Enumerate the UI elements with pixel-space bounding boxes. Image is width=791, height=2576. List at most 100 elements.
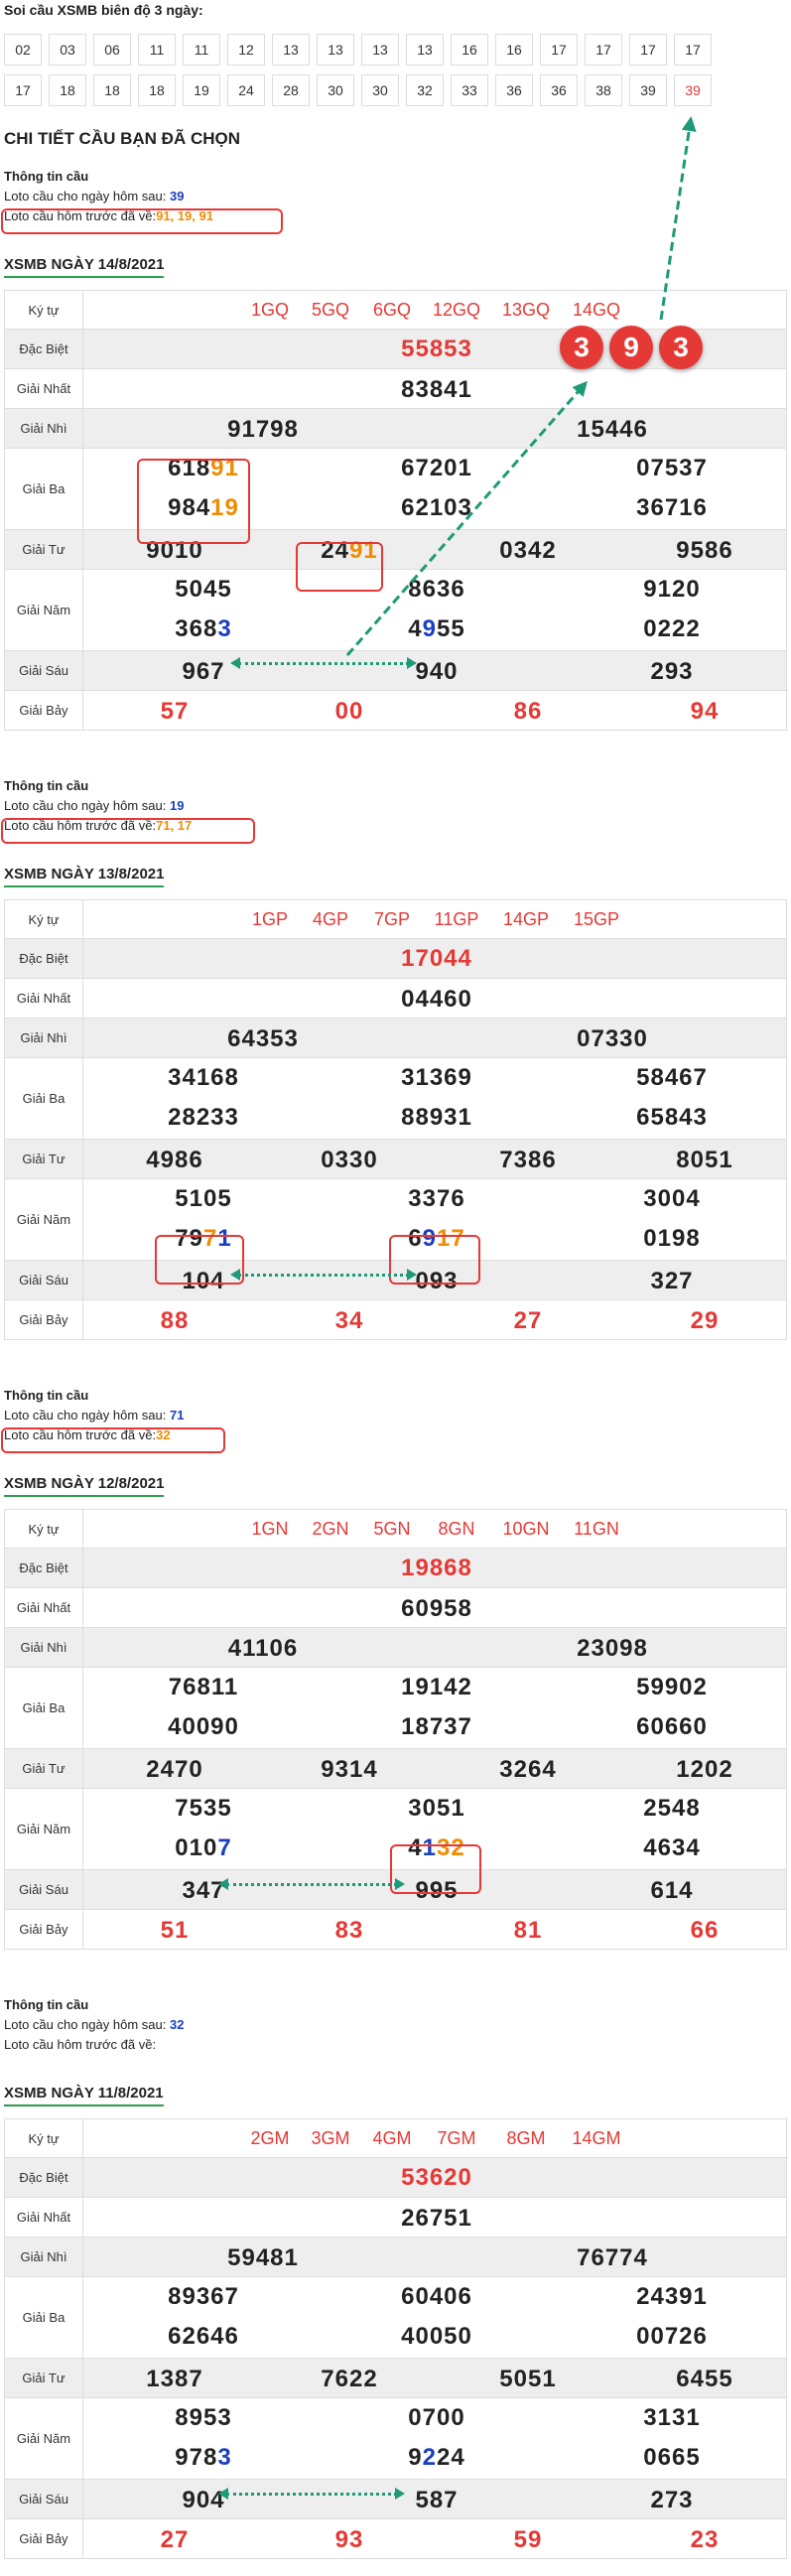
number-chip[interactable]: 18 bbox=[49, 74, 86, 106]
number-chip[interactable]: 19 bbox=[183, 74, 220, 106]
prize-number: 0342 bbox=[499, 537, 557, 564]
number-chip[interactable]: 13 bbox=[317, 34, 354, 66]
prize-code: 3GM bbox=[311, 2128, 350, 2148]
number-chip[interactable]: 13 bbox=[272, 34, 310, 66]
number-chip[interactable]: 32 bbox=[406, 74, 444, 106]
prize-number: 88 bbox=[160, 1307, 190, 1334]
prize-code: 4GP bbox=[312, 909, 349, 929]
prize-number: 81 bbox=[513, 1917, 543, 1944]
row-label: Giải Nhất bbox=[5, 1588, 83, 1627]
prev-day-loto: Loto cầu hôm trước đã về:91, 19, 91 bbox=[4, 208, 213, 223]
number-chip[interactable]: 02 bbox=[4, 34, 42, 66]
row-g4: Giải Tư 1387 7622 5051 6455 bbox=[5, 2358, 786, 2397]
prize-number: 23098 bbox=[577, 1635, 648, 1662]
prize-number: 7971 bbox=[175, 1225, 232, 1252]
number-chip[interactable]: 03 bbox=[49, 34, 86, 66]
number-chip[interactable]: 39 bbox=[674, 74, 712, 106]
row-g6: Giải Sáu 967 940 293 bbox=[5, 650, 786, 690]
bridge-info: Thông tin cầu Loto cầu cho ngày hôm sau: … bbox=[4, 169, 213, 223]
number-chip[interactable]: 11 bbox=[183, 34, 220, 66]
prize-number: 23 bbox=[690, 2526, 720, 2553]
number-chip[interactable]: 39 bbox=[629, 74, 667, 106]
prize-code: 2GM bbox=[250, 2128, 290, 2148]
row-label: Giải Bảy bbox=[5, 1300, 83, 1339]
number-chip[interactable]: 33 bbox=[451, 74, 488, 106]
prize-number: 15446 bbox=[577, 416, 648, 443]
result-day-title[interactable]: XSMB NGÀY 14/8/2021 bbox=[4, 256, 165, 278]
next-value: 19 bbox=[169, 798, 185, 813]
number-chip[interactable]: 36 bbox=[495, 74, 533, 106]
row-g2: Giải Nhì 59481 76774 bbox=[5, 2237, 786, 2276]
row-label: Giải Nhất bbox=[5, 2198, 83, 2237]
row-label: Đặc Biệt bbox=[5, 939, 83, 978]
number-chip[interactable]: 17 bbox=[4, 74, 42, 106]
prize-code: 11GN bbox=[574, 1519, 619, 1539]
row-label: Giải Tư bbox=[5, 1749, 83, 1788]
prize-number: 940 bbox=[415, 658, 459, 685]
bridge-info: Thông tin cầu Loto cầu cho ngày hôm sau: … bbox=[4, 778, 192, 833]
connector-arrow-left bbox=[218, 1878, 228, 1890]
result-day-title[interactable]: XSMB NGÀY 13/8/2021 bbox=[4, 866, 165, 887]
prize-number: 88931 bbox=[401, 1104, 472, 1131]
row-g3: Giải Ba 61891 67201 07537 98419 62103 36716 bbox=[5, 448, 786, 529]
next-label: Loto cầu cho ngày hôm sau: bbox=[4, 189, 167, 203]
prize-number: 1202 bbox=[676, 1756, 733, 1783]
number-chip[interactable]: 30 bbox=[361, 74, 399, 106]
number-chip[interactable]: 11 bbox=[138, 34, 176, 66]
prize-number: 60660 bbox=[636, 1713, 708, 1740]
prize-number: 27 bbox=[160, 2526, 190, 2553]
number-chip[interactable]: 24 bbox=[227, 74, 265, 106]
next-value: 39 bbox=[169, 189, 185, 203]
next-value: 71 bbox=[169, 1408, 185, 1423]
row-label: Ký tự bbox=[5, 291, 83, 329]
prize-number: 91798 bbox=[227, 416, 299, 443]
row-label: Giải Nhì bbox=[5, 409, 83, 448]
number-chip[interactable]: 17 bbox=[629, 34, 667, 66]
number-chip[interactable]: 38 bbox=[585, 74, 622, 106]
prize-number: 62646 bbox=[168, 2323, 239, 2350]
prize-number: 83 bbox=[334, 1917, 364, 1944]
number-chip[interactable]: 13 bbox=[361, 34, 399, 66]
number-chip[interactable]: 12 bbox=[227, 34, 265, 66]
prize-code: 8GN bbox=[438, 1519, 475, 1539]
result-day-title[interactable]: XSMB NGÀY 11/8/2021 bbox=[4, 2085, 164, 2106]
prize-number: 967 bbox=[182, 658, 225, 685]
prize-code: 10GN bbox=[502, 1519, 550, 1539]
dotted-connector bbox=[238, 662, 409, 665]
number-chip[interactable]: 06 bbox=[93, 34, 131, 66]
row-label: Giải Bảy bbox=[5, 2519, 83, 2558]
number-chip[interactable]: 16 bbox=[451, 34, 488, 66]
row-label: Giải Sáu bbox=[5, 1870, 83, 1909]
result-day-title[interactable]: XSMB NGÀY 12/8/2021 bbox=[4, 1475, 165, 1497]
number-chip[interactable]: 17 bbox=[540, 34, 578, 66]
number-chip[interactable]: 16 bbox=[495, 34, 533, 66]
number-chip[interactable]: 30 bbox=[317, 74, 354, 106]
number-chip[interactable]: 18 bbox=[93, 74, 131, 106]
row-g3: Giải Ba 76811 19142 59902 40090 18737 60660 bbox=[5, 1667, 786, 1748]
dotted-connector bbox=[226, 1883, 397, 1886]
prize-number: 587 bbox=[415, 2487, 459, 2513]
number-chip[interactable]: 28 bbox=[272, 74, 310, 106]
prev-label: Loto cầu hôm trước đã về: bbox=[4, 818, 157, 833]
prize-code: 8GM bbox=[506, 2128, 546, 2148]
prize-number: 5051 bbox=[499, 2366, 557, 2392]
number-chip[interactable]: 36 bbox=[540, 74, 578, 106]
number-chip[interactable]: 17 bbox=[585, 34, 622, 66]
info-label: Thông tin cầu bbox=[4, 778, 89, 793]
prize-number: 24391 bbox=[636, 2283, 708, 2310]
prize-number: 3004 bbox=[643, 1185, 701, 1212]
prize-number: 2470 bbox=[146, 1756, 203, 1783]
number-chip[interactable]: 18 bbox=[138, 74, 176, 106]
row-label: Đặc Biệt bbox=[5, 330, 83, 368]
row-kytu: Ký tự 1GN 2GN 5GN 8GN 10GN 11GN bbox=[5, 1510, 786, 1548]
page-title: Soi cầu XSMB biên độ 3 ngày: bbox=[4, 2, 203, 18]
number-chip[interactable]: 17 bbox=[674, 34, 712, 66]
row-label: Ký tự bbox=[5, 1510, 83, 1548]
prize-number: 4955 bbox=[408, 615, 465, 642]
row-label: Giải Nhì bbox=[5, 2237, 83, 2276]
prize-code: 14GM bbox=[572, 2128, 621, 2148]
prize-number: 07537 bbox=[636, 455, 708, 481]
dotted-connector bbox=[238, 1274, 409, 1277]
prize-number: 26751 bbox=[401, 2205, 472, 2232]
number-chip[interactable]: 13 bbox=[406, 34, 444, 66]
